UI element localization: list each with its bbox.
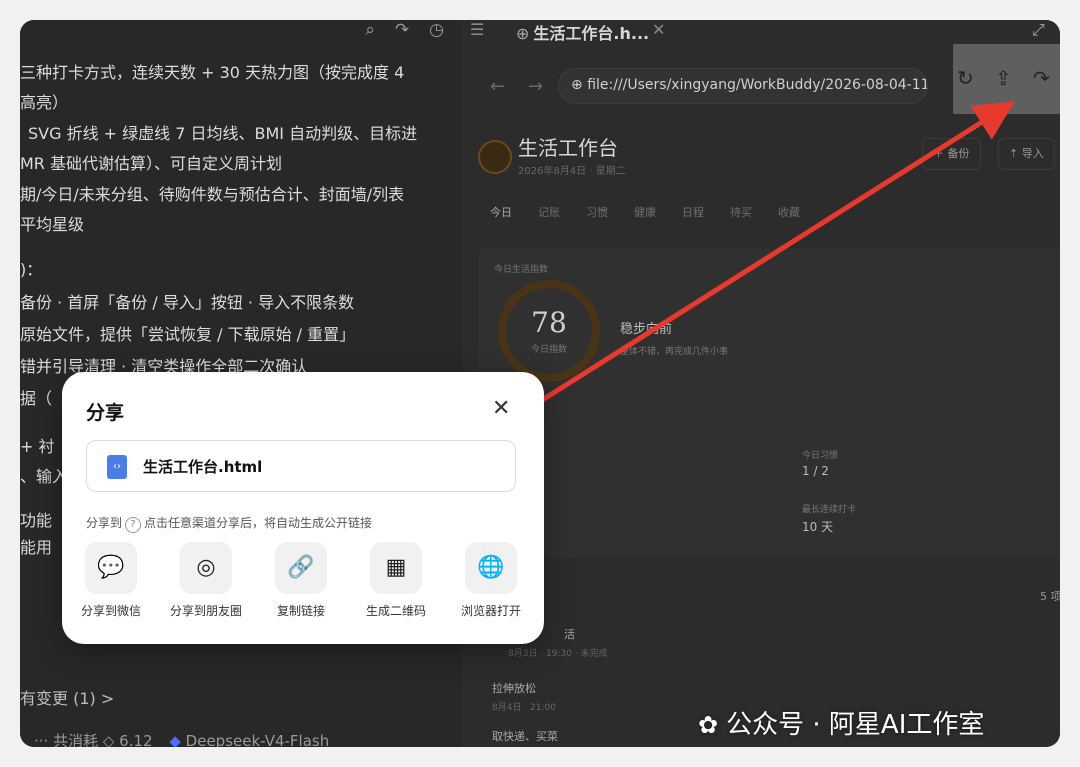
share-moments-button[interactable]: ◎ 分享到朋友圈 [161,542,251,619]
option-label: 分享到微信 [80,604,141,618]
copy-link-button[interactable]: 🔗 复制链接 [256,542,346,619]
option-label: 生成二维码 [365,604,426,618]
html-file-icon: ‹› [107,455,127,479]
watermark-text: 公众号 · 阿星AI工作室 [726,710,985,740]
watermark: ✿ 公众号 · 阿星AI工作室 [698,704,984,741]
share-hint: 分享到? 点击任意渠道分享后，将自动生成公开链接 [86,514,372,533]
help-icon[interactable]: ? [125,517,142,533]
option-label: 浏览器打开 [460,604,521,618]
moments-icon: ◎ [180,542,232,594]
wechat-icon: 💬 [85,542,137,594]
file-card: ‹› 生活工作台.html [86,440,516,492]
hint-text: 点击任意渠道分享后，将自动生成公开链接 [144,516,373,530]
open-browser-button[interactable]: 🌐 浏览器打开 [446,542,536,619]
share-dialog: 分享 ✕ ‹› 生活工作台.html 分享到? 点击任意渠道分享后，将自动生成公开… [62,372,544,644]
qrcode-button[interactable]: ▦ 生成二维码 [351,542,441,619]
qrcode-icon: ▦ [370,542,422,594]
option-label: 复制链接 [276,604,325,618]
link-icon: 🔗 [275,542,327,594]
option-label: 分享到朋友圈 [169,604,242,618]
close-icon[interactable]: ✕ [492,396,510,421]
file-name: 生活工作台.html [143,458,263,476]
globe-icon: 🌐 [465,542,517,594]
share-wechat-button[interactable]: 💬 分享到微信 [66,542,156,619]
dialog-title: 分享 [86,402,125,424]
wechat-official-icon: ✿ [698,711,719,739]
share-to-label: 分享到 [86,516,123,530]
